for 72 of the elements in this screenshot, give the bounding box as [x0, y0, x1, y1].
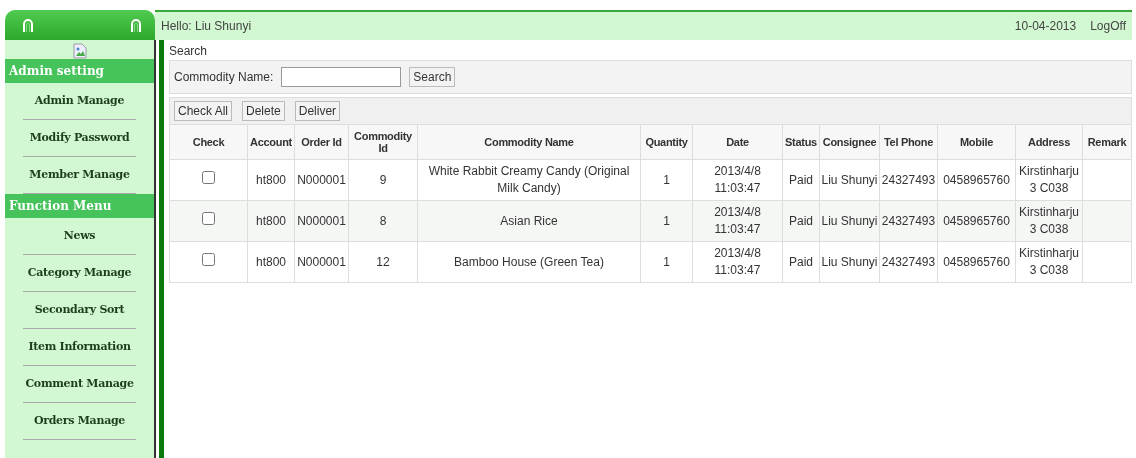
- table-cell: 12: [348, 241, 418, 283]
- column-header: Account: [247, 124, 295, 160]
- row-checkbox[interactable]: [202, 171, 215, 184]
- table-cell: Paid: [782, 200, 820, 242]
- sidebar-section-title: Admin setting: [5, 59, 155, 83]
- table-cell: Liu Shunyi: [819, 241, 880, 283]
- sidebar-item[interactable]: Orders Manage: [23, 403, 137, 440]
- sidebar-section-title: Function Menu: [5, 194, 155, 218]
- table-cell: 0458965760: [937, 241, 1016, 283]
- table-cell: 1: [640, 159, 693, 201]
- table-cell: 0458965760: [937, 159, 1016, 201]
- table-cell: 8: [348, 200, 418, 242]
- table-cell: 2013/4/8 11:03:47: [692, 241, 783, 283]
- search-title: Search: [169, 44, 209, 58]
- sidebar-item[interactable]: Category Manage: [23, 255, 137, 292]
- column-header: Commodity Id: [348, 124, 418, 160]
- commodity-name-field[interactable]: [281, 67, 402, 87]
- sidebar-item[interactable]: Modify Password: [23, 120, 137, 157]
- column-header: Mobile: [937, 124, 1016, 160]
- table-cell: 2013/4/8 11:03:47: [692, 159, 783, 201]
- column-header: Order Id: [294, 124, 349, 160]
- row-checkbox[interactable]: [202, 212, 215, 225]
- table-cell: 24327493: [879, 241, 938, 283]
- date: 10-04-2013: [1014, 19, 1077, 33]
- column-header: Remark: [1082, 124, 1132, 160]
- table-cell: Asian Rice: [417, 200, 641, 242]
- column-header: Date: [692, 124, 783, 160]
- broken-image-icon: [71, 43, 88, 59]
- arch-icon: [23, 18, 33, 32]
- table-cell: Paid: [782, 241, 820, 283]
- toolbar-button[interactable]: Check All: [174, 101, 233, 121]
- sidebar-item[interactable]: Item Information: [23, 329, 137, 366]
- toolbar-button[interactable]: Deliver: [294, 101, 341, 121]
- table-cell: ht800: [247, 200, 295, 242]
- column-header: Commodity Name: [417, 124, 641, 160]
- table-cell: Kirstinharju 3 C038: [1015, 159, 1083, 201]
- sidebar-item[interactable]: Comment Manage: [23, 366, 137, 403]
- table-cell: ht800: [247, 159, 295, 201]
- table-cell: N000001: [294, 200, 349, 242]
- table-cell: 1: [640, 241, 693, 283]
- table-cell: 0458965760: [937, 200, 1016, 242]
- table-cell: 1: [640, 200, 693, 242]
- table-cell: Liu Shunyi: [819, 159, 880, 201]
- column-header: Check: [169, 124, 248, 160]
- field-label: Commodity Name:: [174, 70, 274, 84]
- column-header: Status: [782, 124, 820, 160]
- search-button[interactable]: Search: [409, 67, 456, 87]
- toolbar-button[interactable]: Delete: [242, 101, 285, 121]
- greeting: Hello: Liu Shunyi: [161, 19, 252, 33]
- table-cell: N000001: [294, 159, 349, 201]
- table-cell: 24327493: [879, 159, 938, 201]
- table-cell: 2013/4/8 11:03:47: [692, 200, 783, 242]
- table-cell: ht800: [247, 241, 295, 283]
- table-cell: Paid: [782, 159, 820, 201]
- table-cell: Liu Shunyi: [819, 200, 880, 242]
- row-checkbox[interactable]: [202, 253, 215, 266]
- column-header: Tel Phone: [879, 124, 938, 160]
- column-header: Consignee: [819, 124, 880, 160]
- table-cell: Kirstinharju 3 C038: [1015, 241, 1083, 283]
- table-cell: 24327493: [879, 200, 938, 242]
- table-cell: White Rabbit Creamy Candy (Original Milk Candy): [417, 159, 641, 201]
- arch-icon: [131, 18, 141, 32]
- logoff-link[interactable]: LogOff: [1090, 19, 1126, 33]
- sidebar-item[interactable]: News: [23, 218, 137, 255]
- sidebar-item[interactable]: Secondary Sort: [23, 292, 137, 329]
- table-cell: N000001: [294, 241, 349, 283]
- table-cell: Kirstinharju 3 C038: [1015, 200, 1083, 242]
- table-cell: 9: [348, 159, 418, 201]
- column-header: Quantity: [640, 124, 693, 160]
- table-cell: Bamboo House (Green Tea): [417, 241, 641, 283]
- sidebar-item[interactable]: Admin Manage: [23, 83, 137, 120]
- column-header: Address: [1015, 124, 1083, 160]
